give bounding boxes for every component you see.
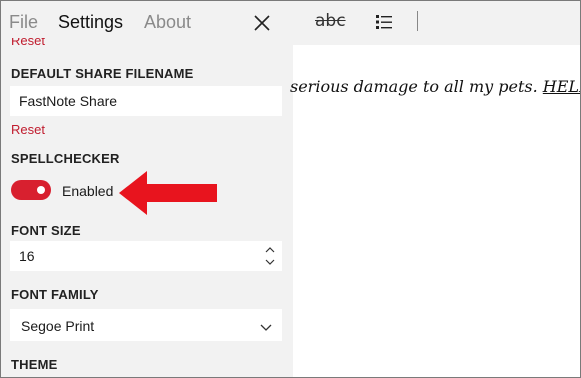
spellchecker-toggle[interactable]: [11, 180, 51, 200]
note-text-underlined: HELP: [542, 77, 580, 96]
share-filename-label: DEFAULT SHARE FILENAME: [11, 66, 194, 81]
font-size-value: 16: [19, 248, 35, 264]
spellchecker-state-label: Enabled: [62, 183, 114, 199]
stepper-arrows-icon[interactable]: [264, 244, 276, 268]
font-family-select[interactable]: Segoe Print: [10, 309, 282, 341]
theme-label: THEME: [11, 357, 58, 372]
share-filename-value: FastNote Share: [19, 93, 118, 109]
toolbar-divider: [417, 11, 418, 31]
note-editor[interactable]: serious damage to all my pets. HELP: [290, 45, 580, 377]
font-size-stepper[interactable]: 16: [10, 241, 282, 271]
editor-toolbar: abc: [293, 1, 580, 45]
font-family-label: FONT FAMILY: [11, 287, 99, 302]
tab-file[interactable]: File: [9, 12, 38, 33]
note-text: serious damage to all my pets. HELP: [290, 77, 580, 96]
font-size-label: FONT SIZE: [11, 223, 81, 238]
share-filename-reset-link[interactable]: Reset: [11, 122, 45, 137]
tab-about[interactable]: About: [144, 12, 191, 33]
note-text-body: serious damage to all my pets.: [290, 77, 543, 96]
share-filename-field[interactable]: FastNote Share: [10, 86, 282, 116]
spellcheck-button[interactable]: abc: [315, 11, 346, 31]
spellchecker-label: SPELLCHECKER: [11, 151, 120, 166]
close-icon[interactable]: [250, 11, 274, 35]
tab-settings[interactable]: Settings: [58, 12, 123, 33]
toggle-knob: [37, 186, 45, 194]
chevron-down-icon: [260, 319, 272, 335]
list-icon[interactable]: [375, 13, 393, 31]
font-family-value: Segoe Print: [21, 318, 95, 334]
app-window: File Settings About Reset DEFAULT SHARE …: [0, 0, 581, 378]
reset-link-partial[interactable]: Reset: [11, 38, 45, 49]
annotation-arrow-icon: [119, 171, 217, 215]
